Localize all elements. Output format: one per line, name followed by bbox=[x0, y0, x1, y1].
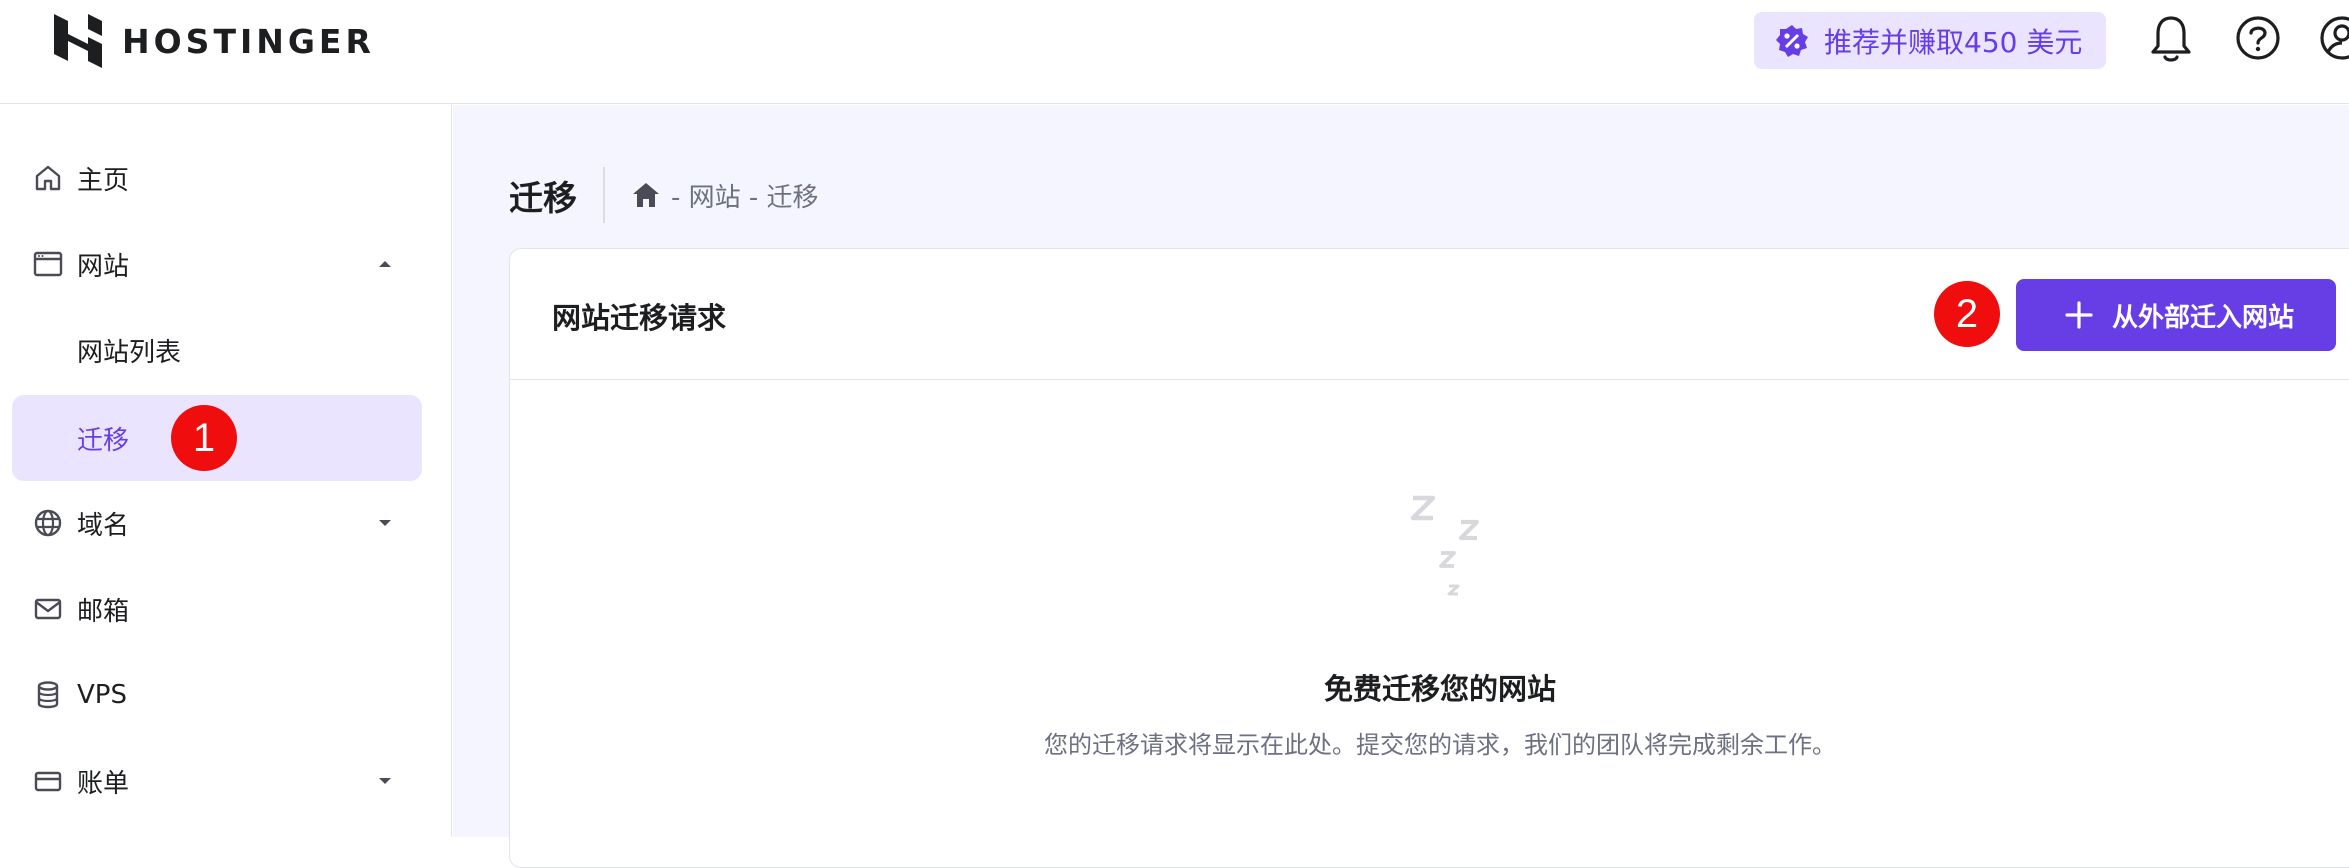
sidebar-item-label: 域名 bbox=[77, 510, 130, 541]
chevron-down-icon bbox=[379, 520, 391, 526]
referral-label: 推荐并赚取450 美元 bbox=[1824, 25, 2083, 59]
sidebar-item-label: 邮箱 bbox=[77, 596, 130, 627]
chevron-down-icon bbox=[379, 778, 391, 784]
header-divider bbox=[603, 167, 605, 223]
sidebar-item-website-list[interactable]: 网站列表 bbox=[12, 307, 422, 393]
chevron-up-icon bbox=[379, 261, 391, 267]
sidebar: 主页 网站 网站列表 迁移 域名 邮箱 VPS 账单 1 bbox=[0, 105, 452, 837]
annotation-marker-2: 2 bbox=[1934, 281, 2000, 347]
main-content: 迁移 - 网站 - 迁移 网站迁移请求 2 从外部迁入网站 免费迁移您的网站 您… bbox=[453, 105, 2349, 868]
sidebar-item-label: 账单 bbox=[77, 768, 130, 799]
browser-window-icon bbox=[33, 251, 63, 277]
sidebar-item-domains[interactable]: 域名 bbox=[12, 480, 422, 566]
hostinger-logo-icon bbox=[54, 14, 102, 68]
referral-button[interactable]: 推荐并赚取450 美元 bbox=[1754, 12, 2106, 69]
plus-icon bbox=[2065, 301, 2093, 329]
sidebar-item-label: 迁移 bbox=[77, 425, 130, 456]
hostinger-logo[interactable]: HOSTINGER bbox=[54, 14, 375, 68]
referral-badge-icon bbox=[1776, 24, 1808, 57]
bell-icon[interactable] bbox=[2149, 14, 2193, 64]
annotation-marker-1: 1 bbox=[171, 405, 237, 471]
home-icon bbox=[35, 165, 61, 191]
breadcrumb: - 网站 - 迁移 bbox=[631, 177, 819, 214]
migrate-external-website-button[interactable]: 从外部迁入网站 bbox=[2016, 279, 2336, 351]
sidebar-item-label: 网站列表 bbox=[77, 337, 182, 368]
database-icon bbox=[37, 681, 59, 709]
sidebar-item-home[interactable]: 主页 bbox=[12, 135, 422, 221]
page-header: 迁移 - 网站 - 迁移 bbox=[509, 165, 819, 225]
globe-icon bbox=[34, 509, 62, 537]
account-icon[interactable] bbox=[2318, 14, 2349, 62]
home-icon[interactable] bbox=[631, 181, 661, 209]
sleeping-zzz-icon bbox=[1410, 495, 1480, 596]
help-icon[interactable] bbox=[2234, 14, 2282, 62]
sidebar-item-email[interactable]: 邮箱 bbox=[12, 566, 422, 652]
breadcrumb-path[interactable]: - 网站 - 迁移 bbox=[671, 177, 819, 214]
page-title: 迁移 bbox=[509, 178, 577, 219]
mail-icon bbox=[34, 598, 62, 620]
sidebar-item-billing[interactable]: 账单 bbox=[12, 738, 422, 824]
button-label: 从外部迁入网站 bbox=[2112, 302, 2295, 333]
card-icon bbox=[34, 771, 62, 792]
sidebar-item-vps[interactable]: VPS bbox=[12, 652, 422, 738]
empty-state-title: 免费迁移您的网站 bbox=[1323, 672, 1556, 706]
migration-requests-card: 网站迁移请求 2 从外部迁入网站 免费迁移您的网站 您的迁移请求将显示在此处。提… bbox=[509, 248, 2349, 868]
brand-name: HOSTINGER bbox=[122, 21, 375, 61]
sidebar-item-label: VPS bbox=[77, 680, 127, 710]
sidebar-item-label: 网站 bbox=[77, 251, 130, 282]
top-bar: HOSTINGER 推荐并赚取450 美元 bbox=[0, 0, 2349, 104]
empty-state-description: 您的迁移请求将显示在此处。提交您的请求，我们的团队将完成剩余工作。 bbox=[1044, 731, 1836, 759]
sidebar-item-websites[interactable]: 网站 bbox=[12, 221, 422, 307]
card-title: 网站迁移请求 bbox=[552, 301, 727, 335]
card-header: 网站迁移请求 2 从外部迁入网站 bbox=[510, 249, 2349, 380]
sidebar-item-label: 主页 bbox=[77, 165, 130, 196]
